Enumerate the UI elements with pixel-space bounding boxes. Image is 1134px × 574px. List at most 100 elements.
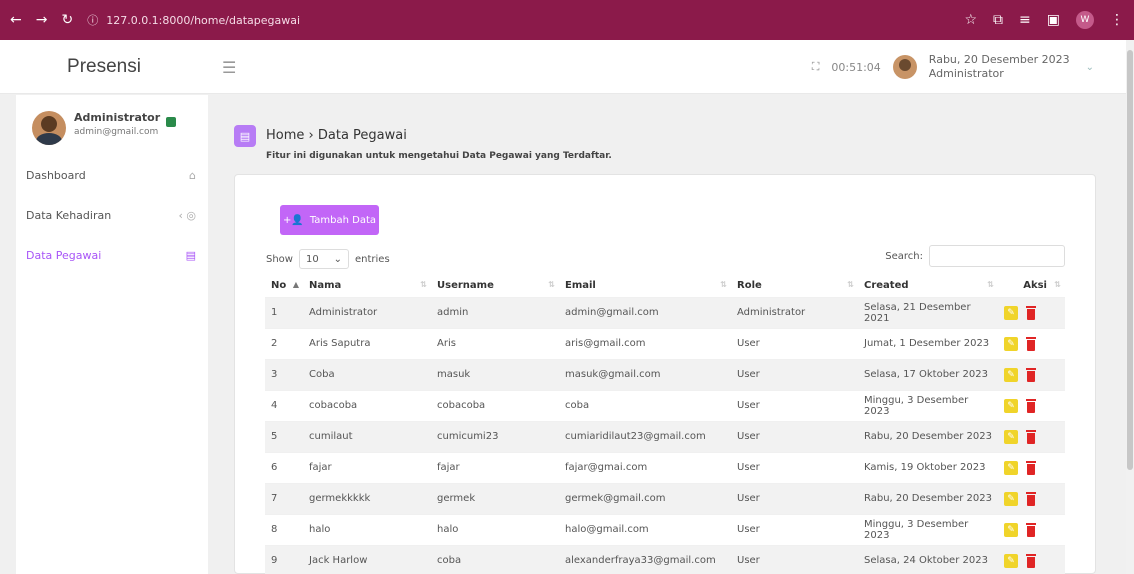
sort-icon: ⇅ — [420, 280, 427, 289]
sort-icon: ⇅ — [548, 280, 555, 289]
cell-email: aris@gmail.com — [559, 327, 731, 359]
header-date: Rabu, 20 Desember 2023 — [928, 53, 1070, 67]
cell-role: User — [731, 482, 858, 514]
cell-role: User — [731, 358, 858, 390]
trash-icon[interactable] — [1026, 429, 1036, 444]
sidepanel-icon[interactable]: ▣ — [1047, 12, 1060, 28]
table-row: 3 Coba masuk masuk@gmail.com User Selasa, 17 … — [265, 358, 1065, 390]
edit-icon[interactable]: ✎ — [1004, 553, 1018, 568]
search-label: Search: — [885, 250, 923, 262]
breadcrumb-home[interactable]: Home — [266, 128, 304, 143]
menu-dots-icon[interactable]: ⋮ — [1110, 12, 1124, 28]
cell-no: 2 — [265, 327, 303, 359]
sidebar-item-label: Data Kehadiran — [26, 208, 112, 222]
cell-email: cumiaridilaut23@gmail.com — [559, 420, 731, 452]
column-header-aksi[interactable]: Aksi ⇅ — [998, 275, 1065, 297]
bookmark-star-icon[interactable]: ☆ — [964, 12, 977, 28]
trash-icon[interactable] — [1026, 336, 1036, 351]
sidebar-item-dashboard[interactable]: Dashboard ⌂ — [26, 165, 196, 185]
edit-icon[interactable]: ✎ — [1004, 336, 1018, 351]
info-icon[interactable]: ⓘ — [87, 12, 98, 28]
add-data-button[interactable]: +👤 Tambah Data — [280, 205, 379, 235]
back-arrow-icon[interactable]: ← — [10, 12, 22, 28]
cell-created: Selasa, 21 Desember 2021 — [858, 296, 998, 328]
cell-username: halo — [431, 513, 559, 545]
edit-icon[interactable]: ✎ — [1004, 460, 1018, 475]
trash-icon[interactable] — [1026, 367, 1036, 382]
trash-icon[interactable] — [1026, 305, 1036, 320]
trash-icon[interactable] — [1026, 491, 1036, 506]
edit-icon[interactable]: ✎ — [1004, 367, 1018, 382]
sort-icon: ⇅ — [847, 280, 854, 289]
sort-icon: ⇅ — [1054, 280, 1061, 289]
address-bar[interactable]: ⓘ 127.0.0.1:8000/home/datapegawai — [87, 7, 300, 33]
cell-nama: cobacoba — [303, 389, 431, 421]
cell-role: User — [731, 451, 858, 483]
cell-created: Minggu, 3 Desember 2023 — [858, 513, 998, 545]
chevron-down-icon[interactable]: ⌄ — [1086, 62, 1094, 73]
edit-icon[interactable]: ✎ — [1004, 429, 1018, 444]
cell-email: admin@gmail.com — [559, 296, 731, 328]
edit-icon[interactable]: ✎ — [1004, 491, 1018, 506]
media-icon[interactable]: ≡ — [1019, 12, 1031, 28]
trash-icon[interactable] — [1026, 398, 1036, 413]
brand-title[interactable]: Presensi — [0, 40, 208, 94]
cell-username: coba — [431, 544, 559, 574]
sidebar-item-data-pegawai[interactable]: Data Pegawai ▤ — [26, 245, 196, 265]
table-row: 8 halo halo halo@gmail.com User Minggu, 3 Des… — [265, 513, 1065, 545]
cell-created: Selasa, 17 Oktober 2023 — [858, 358, 998, 390]
cell-aksi: ✎ — [998, 296, 1065, 328]
cell-nama: halo — [303, 513, 431, 545]
cell-email: halo@gmail.com — [559, 513, 731, 545]
table-row: 2 Aris Saputra Aris aris@gmail.com User Jumat… — [265, 327, 1065, 359]
cell-nama: Administrator — [303, 296, 431, 328]
cell-username: Aris — [431, 327, 559, 359]
trash-icon[interactable] — [1026, 553, 1036, 568]
column-header-no[interactable]: No ▲ — [265, 275, 303, 297]
user-dropdown[interactable]: Rabu, 20 Desember 2023 Administrator — [929, 53, 1070, 81]
cell-aksi: ✎ — [998, 451, 1065, 483]
entries-select[interactable]: 10 ⌄ — [298, 249, 349, 269]
column-header-username[interactable]: Username ⇅ — [431, 275, 559, 297]
home-icon: ⌂ — [189, 168, 196, 182]
profile-avatar[interactable]: W — [1076, 11, 1094, 29]
id-card-icon: ▤ — [234, 125, 256, 147]
page-subtitle: Fitur ini digunakan untuk mengetahui Dat… — [266, 151, 612, 161]
trash-icon[interactable] — [1026, 522, 1036, 537]
column-header-created[interactable]: Created ⇅ — [858, 275, 998, 297]
search-input[interactable] — [929, 245, 1065, 267]
cell-created: Kamis, 19 Oktober 2023 — [858, 451, 998, 483]
sidebar-item-data-kehadiran[interactable]: Data Kehadiran ‹ ◎ — [26, 205, 196, 225]
column-header-role[interactable]: Role ⇅ — [731, 275, 858, 297]
sidebar: Administrator admin@gmail.com Dashboard … — [16, 95, 208, 574]
chevron-down-icon: ⌄ — [333, 253, 342, 265]
employee-table: No ▲ Nama ⇅ Username ⇅ Email ⇅ Role ⇅ Created… — [265, 275, 1065, 574]
add-user-icon: +👤 — [282, 214, 304, 226]
entries-control: Show 10 ⌄ entries — [266, 249, 390, 269]
cell-nama: Jack Harlow — [303, 544, 431, 574]
avatar[interactable] — [892, 55, 917, 79]
page-scrollbar[interactable] — [1126, 40, 1134, 574]
edit-icon[interactable]: ✎ — [1004, 398, 1018, 413]
extensions-icon[interactable]: ⧉ — [993, 12, 1003, 28]
browser-toolbar: ← → ↻ ⓘ 127.0.0.1:8000/home/datapegawai … — [0, 0, 1134, 40]
column-header-nama[interactable]: Nama ⇅ — [303, 275, 431, 297]
cell-no: 7 — [265, 482, 303, 514]
edit-icon[interactable]: ✎ — [1004, 522, 1018, 537]
hamburger-menu-icon[interactable]: ☰ — [222, 58, 236, 77]
reload-icon[interactable]: ↻ — [61, 12, 73, 28]
table-row: 9 Jack Harlow coba alexanderfraya33@gmail.c… — [265, 544, 1065, 574]
add-data-label: Tambah Data — [309, 214, 377, 226]
cell-nama: Coba — [303, 358, 431, 390]
cell-nama: fajar — [303, 451, 431, 483]
profile-email: admin@gmail.com — [74, 127, 159, 137]
cell-email: coba — [559, 389, 731, 421]
column-header-email[interactable]: Email ⇅ — [559, 275, 731, 297]
sidebar-profile: Administrator admin@gmail.com — [32, 109, 202, 149]
cell-created: Rabu, 20 Desember 2023 — [858, 420, 998, 452]
table-row: 6 fajar fajar fajar@gmai.com User Kamis, 19 O… — [265, 451, 1065, 483]
forward-arrow-icon[interactable]: → — [36, 12, 48, 28]
trash-icon[interactable] — [1026, 460, 1036, 475]
fullscreen-icon[interactable]: ⛶ — [812, 60, 820, 74]
edit-icon[interactable]: ✎ — [1004, 305, 1018, 320]
